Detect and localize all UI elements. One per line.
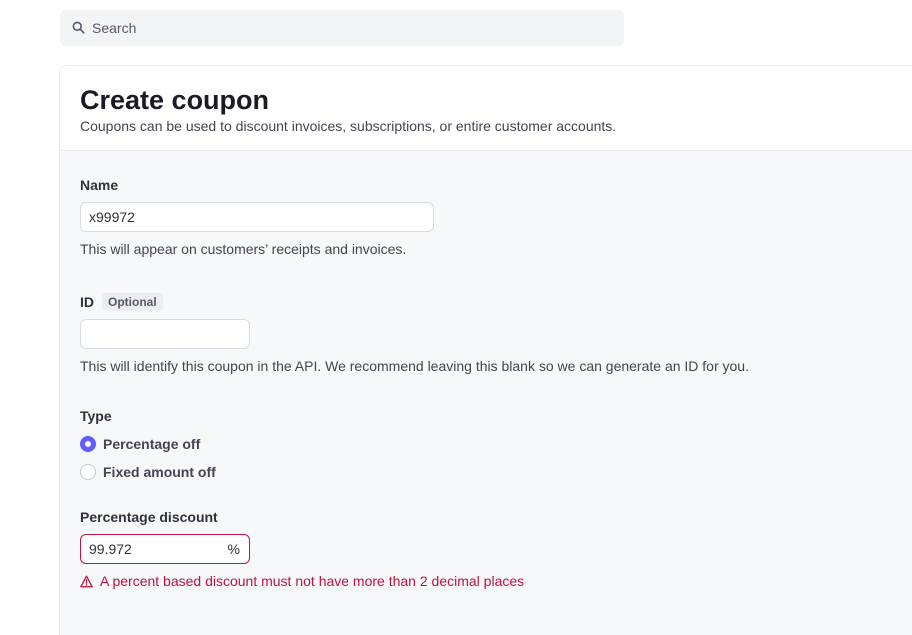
name-help: This will appear on customers’ receipts … <box>80 241 407 257</box>
percentage-field-value: 99.972 <box>89 541 132 557</box>
radio-percentage-off[interactable]: Percentage off <box>80 430 912 458</box>
percent-suffix: % <box>227 541 240 557</box>
page-title: Create coupon <box>80 85 270 115</box>
optional-badge: Optional <box>102 293 163 311</box>
page-subtitle: Coupons can be used to discount invoices… <box>80 118 617 134</box>
warning-icon <box>80 575 100 588</box>
percentage-field[interactable]: 99.972 % <box>80 534 250 564</box>
id-help: This will identify this coupon in the AP… <box>80 358 749 374</box>
create-coupon-panel: Create coupon Coupons can be used to dis… <box>59 65 912 635</box>
coupon-form: Name x99972 This will appear on customer… <box>60 151 912 589</box>
search-placeholder[interactable]: Search <box>92 20 136 36</box>
radio-label[interactable]: Percentage off <box>103 436 200 452</box>
percentage-error: A percent based discount must not have m… <box>80 573 912 589</box>
id-field[interactable] <box>80 319 250 349</box>
radio-unchecked-icon[interactable] <box>80 464 96 480</box>
type-radio-group: Percentage off Fixed amount off <box>80 430 912 486</box>
id-label: ID Optional <box>80 292 912 312</box>
error-message: A percent based discount must not have m… <box>100 573 525 589</box>
name-field[interactable]: x99972 <box>80 202 434 232</box>
radio-fixed-amount-off[interactable]: Fixed amount off <box>80 458 912 486</box>
panel-header: Create coupon Coupons can be used to dis… <box>60 66 912 151</box>
percentage-label: Percentage discount <box>80 509 218 525</box>
name-label: Name <box>80 177 119 193</box>
radio-checked-icon[interactable] <box>80 436 96 452</box>
search-bar[interactable]: Search <box>60 10 624 46</box>
radio-label[interactable]: Fixed amount off <box>103 464 216 480</box>
type-label: Type <box>80 408 112 424</box>
search-icon <box>72 21 86 35</box>
name-field-value: x99972 <box>89 209 135 225</box>
